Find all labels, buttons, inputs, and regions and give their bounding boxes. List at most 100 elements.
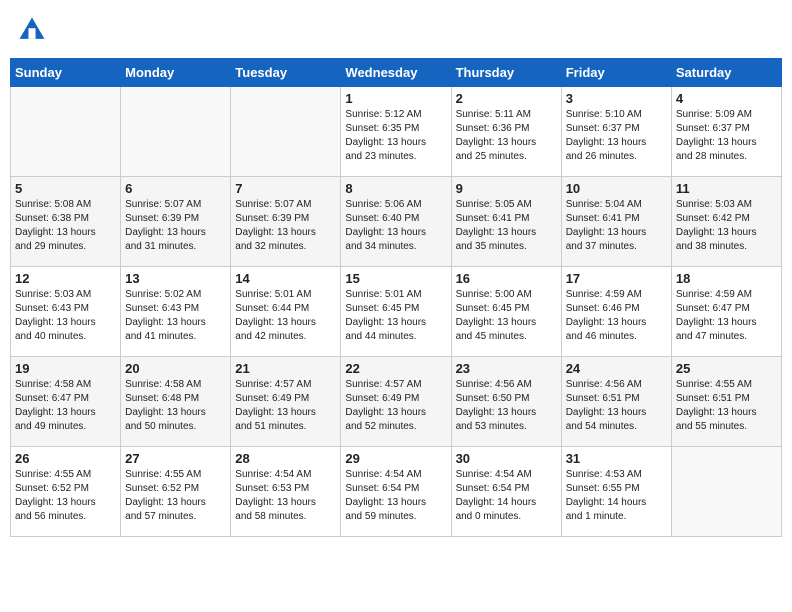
day-cell: 11 Sunrise: 5:03 AM Sunset: 6:42 PM Dayli… — [671, 177, 781, 267]
day-number: 25 — [676, 361, 777, 376]
day-info: Sunrise: 5:01 AM Sunset: 6:44 PM Dayligh… — [235, 288, 336, 344]
day-cell: 19 Sunrise: 4:58 AM Sunset: 6:47 PM Dayli… — [11, 357, 121, 447]
day-number: 31 — [566, 451, 667, 466]
day-info: Sunrise: 4:56 AM Sunset: 6:51 PM Dayligh… — [566, 378, 667, 434]
day-number: 15 — [345, 271, 446, 286]
day-header-thursday: Thursday — [451, 59, 561, 87]
day-cell: 21 Sunrise: 4:57 AM Sunset: 6:49 PM Dayli… — [231, 357, 341, 447]
day-cell: 20 Sunrise: 4:58 AM Sunset: 6:48 PM Dayli… — [121, 357, 231, 447]
logo-icon — [16, 14, 48, 46]
day-number: 19 — [15, 361, 116, 376]
day-number: 7 — [235, 181, 336, 196]
day-number: 22 — [345, 361, 446, 376]
day-cell: 23 Sunrise: 4:56 AM Sunset: 6:50 PM Dayli… — [451, 357, 561, 447]
day-number: 26 — [15, 451, 116, 466]
day-number: 12 — [15, 271, 116, 286]
day-number: 5 — [15, 181, 116, 196]
day-number: 6 — [125, 181, 226, 196]
day-info: Sunrise: 4:57 AM Sunset: 6:49 PM Dayligh… — [235, 378, 336, 434]
calendar-table: SundayMondayTuesdayWednesdayThursdayFrid… — [10, 58, 782, 537]
day-cell: 3 Sunrise: 5:10 AM Sunset: 6:37 PM Daylig… — [561, 87, 671, 177]
day-number: 14 — [235, 271, 336, 286]
day-info: Sunrise: 4:54 AM Sunset: 6:54 PM Dayligh… — [456, 468, 557, 524]
day-cell: 24 Sunrise: 4:56 AM Sunset: 6:51 PM Dayli… — [561, 357, 671, 447]
day-header-tuesday: Tuesday — [231, 59, 341, 87]
day-info: Sunrise: 4:54 AM Sunset: 6:53 PM Dayligh… — [235, 468, 336, 524]
day-info: Sunrise: 5:08 AM Sunset: 6:38 PM Dayligh… — [15, 198, 116, 254]
day-info: Sunrise: 5:04 AM Sunset: 6:41 PM Dayligh… — [566, 198, 667, 254]
day-info: Sunrise: 5:05 AM Sunset: 6:41 PM Dayligh… — [456, 198, 557, 254]
day-cell: 14 Sunrise: 5:01 AM Sunset: 6:44 PM Dayli… — [231, 267, 341, 357]
day-cell: 29 Sunrise: 4:54 AM Sunset: 6:54 PM Dayli… — [341, 447, 451, 537]
day-number: 10 — [566, 181, 667, 196]
day-cell: 15 Sunrise: 5:01 AM Sunset: 6:45 PM Dayli… — [341, 267, 451, 357]
day-cell — [671, 447, 781, 537]
day-cell: 1Sunrise: 5:12 AM Sunset: 6:35 PM Daylig… — [341, 87, 451, 177]
day-number: 30 — [456, 451, 557, 466]
day-cell: 7 Sunrise: 5:07 AM Sunset: 6:39 PM Daylig… — [231, 177, 341, 267]
day-info: Sunrise: 5:11 AM Sunset: 6:36 PM Dayligh… — [456, 108, 557, 164]
week-row-1: 5 Sunrise: 5:08 AM Sunset: 6:38 PM Daylig… — [11, 177, 782, 267]
day-header-friday: Friday — [561, 59, 671, 87]
day-info: Sunrise: 4:57 AM Sunset: 6:49 PM Dayligh… — [345, 378, 446, 434]
day-info: Sunrise: 5:03 AM Sunset: 6:42 PM Dayligh… — [676, 198, 777, 254]
day-number: 18 — [676, 271, 777, 286]
day-info: Sunrise: 4:58 AM Sunset: 6:48 PM Dayligh… — [125, 378, 226, 434]
week-row-4: 26 Sunrise: 4:55 AM Sunset: 6:52 PM Dayli… — [11, 447, 782, 537]
day-info: Sunrise: 5:03 AM Sunset: 6:43 PM Dayligh… — [15, 288, 116, 344]
day-cell: 27 Sunrise: 4:55 AM Sunset: 6:52 PM Dayli… — [121, 447, 231, 537]
day-info: Sunrise: 5:12 AM Sunset: 6:35 PM Dayligh… — [345, 108, 446, 164]
day-cell: 31Sunrise: 4:53 AM Sunset: 6:55 PM Dayli… — [561, 447, 671, 537]
day-cell: 17 Sunrise: 4:59 AM Sunset: 6:46 PM Dayli… — [561, 267, 671, 357]
day-info: Sunrise: 5:07 AM Sunset: 6:39 PM Dayligh… — [235, 198, 336, 254]
day-info: Sunrise: 5:01 AM Sunset: 6:45 PM Dayligh… — [345, 288, 446, 344]
day-cell: 26 Sunrise: 4:55 AM Sunset: 6:52 PM Dayli… — [11, 447, 121, 537]
day-number: 23 — [456, 361, 557, 376]
day-info: Sunrise: 4:55 AM Sunset: 6:52 PM Dayligh… — [15, 468, 116, 524]
day-info: Sunrise: 5:07 AM Sunset: 6:39 PM Dayligh… — [125, 198, 226, 254]
day-cell — [231, 87, 341, 177]
day-info: Sunrise: 5:00 AM Sunset: 6:45 PM Dayligh… — [456, 288, 557, 344]
day-cell: 13Sunrise: 5:02 AM Sunset: 6:43 PM Dayli… — [121, 267, 231, 357]
day-cell: 4Sunrise: 5:09 AM Sunset: 6:37 PM Daylig… — [671, 87, 781, 177]
day-number: 29 — [345, 451, 446, 466]
day-info: Sunrise: 4:58 AM Sunset: 6:47 PM Dayligh… — [15, 378, 116, 434]
day-number: 11 — [676, 181, 777, 196]
day-cell: 5 Sunrise: 5:08 AM Sunset: 6:38 PM Daylig… — [11, 177, 121, 267]
day-info: Sunrise: 5:02 AM Sunset: 6:43 PM Dayligh… — [125, 288, 226, 344]
day-number: 21 — [235, 361, 336, 376]
day-cell: 22 Sunrise: 4:57 AM Sunset: 6:49 PM Dayli… — [341, 357, 451, 447]
day-header-wednesday: Wednesday — [341, 59, 451, 87]
day-cell: 16Sunrise: 5:00 AM Sunset: 6:45 PM Dayli… — [451, 267, 561, 357]
day-number: 28 — [235, 451, 336, 466]
day-cell: 9Sunrise: 5:05 AM Sunset: 6:41 PM Daylig… — [451, 177, 561, 267]
day-header-sunday: Sunday — [11, 59, 121, 87]
day-cell: 28 Sunrise: 4:54 AM Sunset: 6:53 PM Dayli… — [231, 447, 341, 537]
day-info: Sunrise: 4:55 AM Sunset: 6:51 PM Dayligh… — [676, 378, 777, 434]
day-number: 2 — [456, 91, 557, 106]
day-info: Sunrise: 4:55 AM Sunset: 6:52 PM Dayligh… — [125, 468, 226, 524]
day-number: 20 — [125, 361, 226, 376]
day-cell: 25 Sunrise: 4:55 AM Sunset: 6:51 PM Dayli… — [671, 357, 781, 447]
week-row-0: 1Sunrise: 5:12 AM Sunset: 6:35 PM Daylig… — [11, 87, 782, 177]
day-cell — [11, 87, 121, 177]
day-info: Sunrise: 4:54 AM Sunset: 6:54 PM Dayligh… — [345, 468, 446, 524]
day-header-monday: Monday — [121, 59, 231, 87]
day-cell: 6 Sunrise: 5:07 AM Sunset: 6:39 PM Daylig… — [121, 177, 231, 267]
day-info: Sunrise: 4:59 AM Sunset: 6:46 PM Dayligh… — [566, 288, 667, 344]
day-cell: 8Sunrise: 5:06 AM Sunset: 6:40 PM Daylig… — [341, 177, 451, 267]
day-number: 24 — [566, 361, 667, 376]
day-info: Sunrise: 5:06 AM Sunset: 6:40 PM Dayligh… — [345, 198, 446, 254]
header-row: SundayMondayTuesdayWednesdayThursdayFrid… — [11, 59, 782, 87]
day-info: Sunrise: 4:59 AM Sunset: 6:47 PM Dayligh… — [676, 288, 777, 344]
week-row-2: 12 Sunrise: 5:03 AM Sunset: 6:43 PM Dayli… — [11, 267, 782, 357]
day-number: 3 — [566, 91, 667, 106]
day-info: Sunrise: 4:56 AM Sunset: 6:50 PM Dayligh… — [456, 378, 557, 434]
day-info: Sunrise: 5:10 AM Sunset: 6:37 PM Dayligh… — [566, 108, 667, 164]
day-cell: 2 Sunrise: 5:11 AM Sunset: 6:36 PM Daylig… — [451, 87, 561, 177]
header — [10, 10, 782, 50]
logo — [16, 14, 52, 46]
day-cell: 18 Sunrise: 4:59 AM Sunset: 6:47 PM Dayli… — [671, 267, 781, 357]
day-number: 27 — [125, 451, 226, 466]
day-number: 17 — [566, 271, 667, 286]
